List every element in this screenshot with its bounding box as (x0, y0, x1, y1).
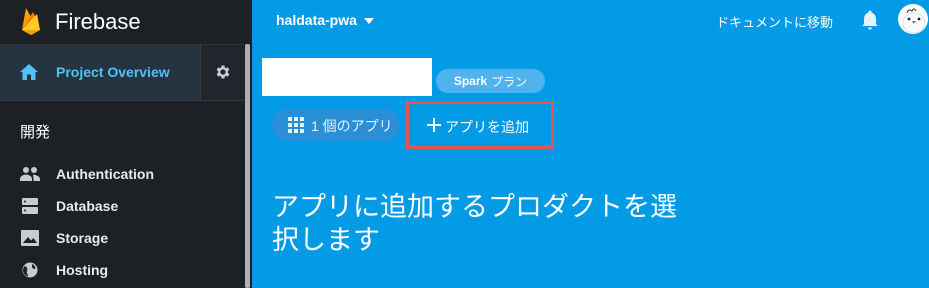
project-overview-link[interactable]: Project Overview (0, 45, 200, 100)
page-heading: アプリに追加するプロダクトを選択します (272, 192, 677, 255)
database-icon (22, 198, 38, 214)
avatar[interactable] (898, 4, 928, 34)
sidebar: Firebase Project Overview 開発 Authenticat… (0, 0, 252, 288)
docs-link[interactable]: ドキュメントに移動 (716, 12, 833, 31)
bell-icon[interactable] (861, 10, 879, 30)
firebase-logo-icon (22, 8, 40, 35)
apps-count-label: 1 個のアプリ (311, 118, 393, 134)
brand-name: Firebase (55, 9, 141, 34)
brand[interactable]: Firebase (0, 0, 252, 44)
globe-icon (22, 262, 38, 278)
sidebar-item-hosting[interactable]: Hosting (0, 255, 244, 285)
add-app-label: アプリを追加 (445, 119, 529, 135)
sidebar-item-database[interactable]: Database (0, 191, 244, 221)
plan-suffix: プラン (491, 74, 528, 89)
sidebar-item-label: Hosting (56, 262, 109, 278)
plan-name: Spark (453, 74, 488, 88)
project-overview-label: Project Overview (56, 64, 170, 80)
redacted-project-title (262, 58, 432, 96)
settings-button[interactable] (200, 45, 244, 100)
sidebar-item-label: Authentication (56, 166, 154, 182)
overview-row: Project Overview (0, 44, 252, 101)
apps-count-button[interactable]: 1 個のアプリ (272, 109, 400, 141)
home-icon (20, 64, 38, 80)
grid-icon (288, 117, 304, 133)
plan-badge[interactable]: Spark プラン (436, 69, 545, 93)
section-develop: 開発 (20, 124, 51, 141)
sidebar-item-label: Database (56, 198, 119, 214)
gear-icon (216, 65, 230, 79)
people-icon (20, 167, 40, 181)
plus-icon (427, 118, 441, 132)
image-icon (21, 230, 39, 246)
sidebar-item-authentication[interactable]: Authentication (0, 159, 244, 189)
chevron-down-icon[interactable] (364, 18, 374, 24)
sidebar-scrollbar[interactable] (245, 44, 250, 288)
project-selector[interactable]: haldata-pwa (276, 12, 357, 28)
sidebar-item-storage[interactable]: Storage (0, 223, 244, 253)
sidebar-item-label: Storage (56, 230, 109, 246)
add-app-button[interactable]: アプリを追加 (406, 101, 554, 149)
bird-avatar-icon (902, 8, 926, 34)
